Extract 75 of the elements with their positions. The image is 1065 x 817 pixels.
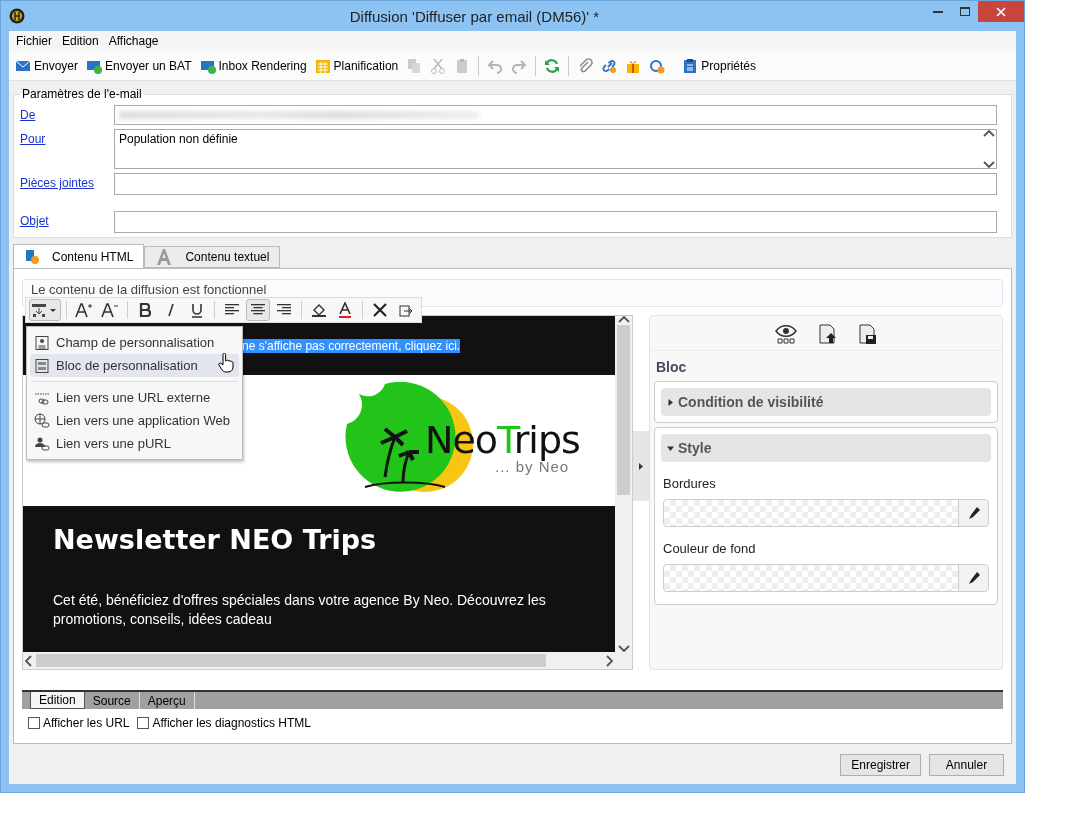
field-label: Bordures xyxy=(663,476,717,491)
calendar-icon xyxy=(314,57,331,74)
scroll-down-icon[interactable] xyxy=(982,161,995,168)
field-link[interactable]: Pièces jointes xyxy=(20,173,114,190)
field-label: Couleur de fond xyxy=(663,541,757,556)
block-icon xyxy=(34,357,50,374)
editor-tab[interactable]: Edition xyxy=(30,692,85,709)
globe-link-icon xyxy=(34,412,50,429)
letter-a-icon xyxy=(155,248,174,266)
maximize-icon xyxy=(959,7,970,16)
dialog-button[interactable]: Enregistrer xyxy=(840,754,921,776)
menu-item[interactable]: Edition xyxy=(57,34,104,48)
pencil-icon xyxy=(967,572,980,584)
eye-icon[interactable] xyxy=(775,324,797,344)
toolbar-button[interactable]: Inbox Rendering xyxy=(195,54,311,77)
menu-item[interactable]: Champ de personnalisation xyxy=(30,331,239,354)
html-document-icon xyxy=(24,248,40,265)
scroll-up-icon[interactable] xyxy=(982,130,995,137)
menu-item[interactable]: Lien vers une pURL xyxy=(30,432,239,455)
checkbox[interactable]: Afficher les URL xyxy=(28,716,130,730)
app-logo-icon xyxy=(9,8,25,24)
newsletter-title: Newsletter NEO Trips xyxy=(53,524,378,555)
pencil-icon xyxy=(967,507,980,519)
toolbar-button[interactable]: Planification xyxy=(310,54,403,77)
minimize-icon xyxy=(932,10,943,13)
scroll-left-icon[interactable] xyxy=(25,654,32,667)
scroll-up-icon[interactable] xyxy=(617,316,630,323)
toolbar-button[interactable]: Envoyer un BAT xyxy=(82,54,196,77)
recipients-field[interactable]: Population non définie xyxy=(114,129,997,169)
color-field[interactable] xyxy=(663,499,989,527)
caret-down-icon xyxy=(667,444,674,452)
editor-tab[interactable]: Source xyxy=(84,692,140,709)
scroll-right-icon[interactable] xyxy=(606,654,613,667)
editor-tab[interactable]: Aperçu xyxy=(139,692,195,709)
toolbar-button[interactable]: Propriétés xyxy=(678,54,760,77)
checkbox[interactable]: Afficher les diagnostics HTML xyxy=(137,716,311,730)
from-field[interactable] xyxy=(114,105,997,125)
clipboard-icon xyxy=(682,57,699,74)
scroll-down-icon[interactable] xyxy=(617,645,630,652)
window-title: Diffusion 'Diffuser par email (DM56)' * xyxy=(348,7,601,25)
vertical-scrollbar[interactable] xyxy=(615,316,632,652)
collapse-handle[interactable] xyxy=(633,431,649,501)
group-title: Paramètres de l'e-mail xyxy=(21,87,143,101)
section-header[interactable]: Style xyxy=(661,434,991,462)
text-field[interactable] xyxy=(114,173,997,195)
menu-item[interactable]: Lien vers une application Web xyxy=(30,409,239,432)
section-header[interactable]: Condition de visibilité xyxy=(661,388,991,416)
edit-button[interactable] xyxy=(958,500,988,526)
close-icon xyxy=(996,6,1006,17)
horizontal-scrollbar[interactable] xyxy=(23,652,615,669)
tab[interactable]: Contenu textuel xyxy=(144,246,281,268)
logo-text: NeoTrips xyxy=(425,417,580,462)
field-link[interactable]: Pour xyxy=(20,129,114,146)
field-link[interactable]: De xyxy=(20,105,114,122)
menu-item[interactable]: Lien vers une URL externe xyxy=(30,386,239,409)
contact-card-icon xyxy=(34,334,50,351)
panel-heading: Bloc xyxy=(656,359,688,375)
edit-button[interactable] xyxy=(958,565,988,591)
menu-item[interactable]: Bloc de personnalisation xyxy=(30,354,239,377)
menu-item[interactable]: Affichage xyxy=(103,34,164,48)
person-link-icon xyxy=(34,435,50,452)
text-field[interactable] xyxy=(114,211,997,233)
toolbar-button[interactable]: Envoyer xyxy=(11,54,83,77)
field-link[interactable]: Objet xyxy=(20,211,114,228)
tab[interactable]: Contenu HTML xyxy=(13,244,145,268)
hand-cursor-icon xyxy=(218,353,234,373)
dialog-button[interactable]: Annuler xyxy=(929,754,1004,776)
insert-dropdown-button[interactable] xyxy=(29,299,61,321)
align-center-icon[interactable] xyxy=(246,299,270,321)
document-save-icon[interactable] xyxy=(859,324,877,344)
document-upload-icon[interactable] xyxy=(819,324,837,344)
caret-right-icon xyxy=(667,398,674,406)
color-field[interactable] xyxy=(663,564,989,592)
menu-item[interactable]: Fichier xyxy=(11,34,57,48)
newsletter-text: Cet été, bénéficiez d'offres spéciales dans votre agence By Neo. Découvrez les promotions, conseils, idées cadeau xyxy=(53,591,547,629)
